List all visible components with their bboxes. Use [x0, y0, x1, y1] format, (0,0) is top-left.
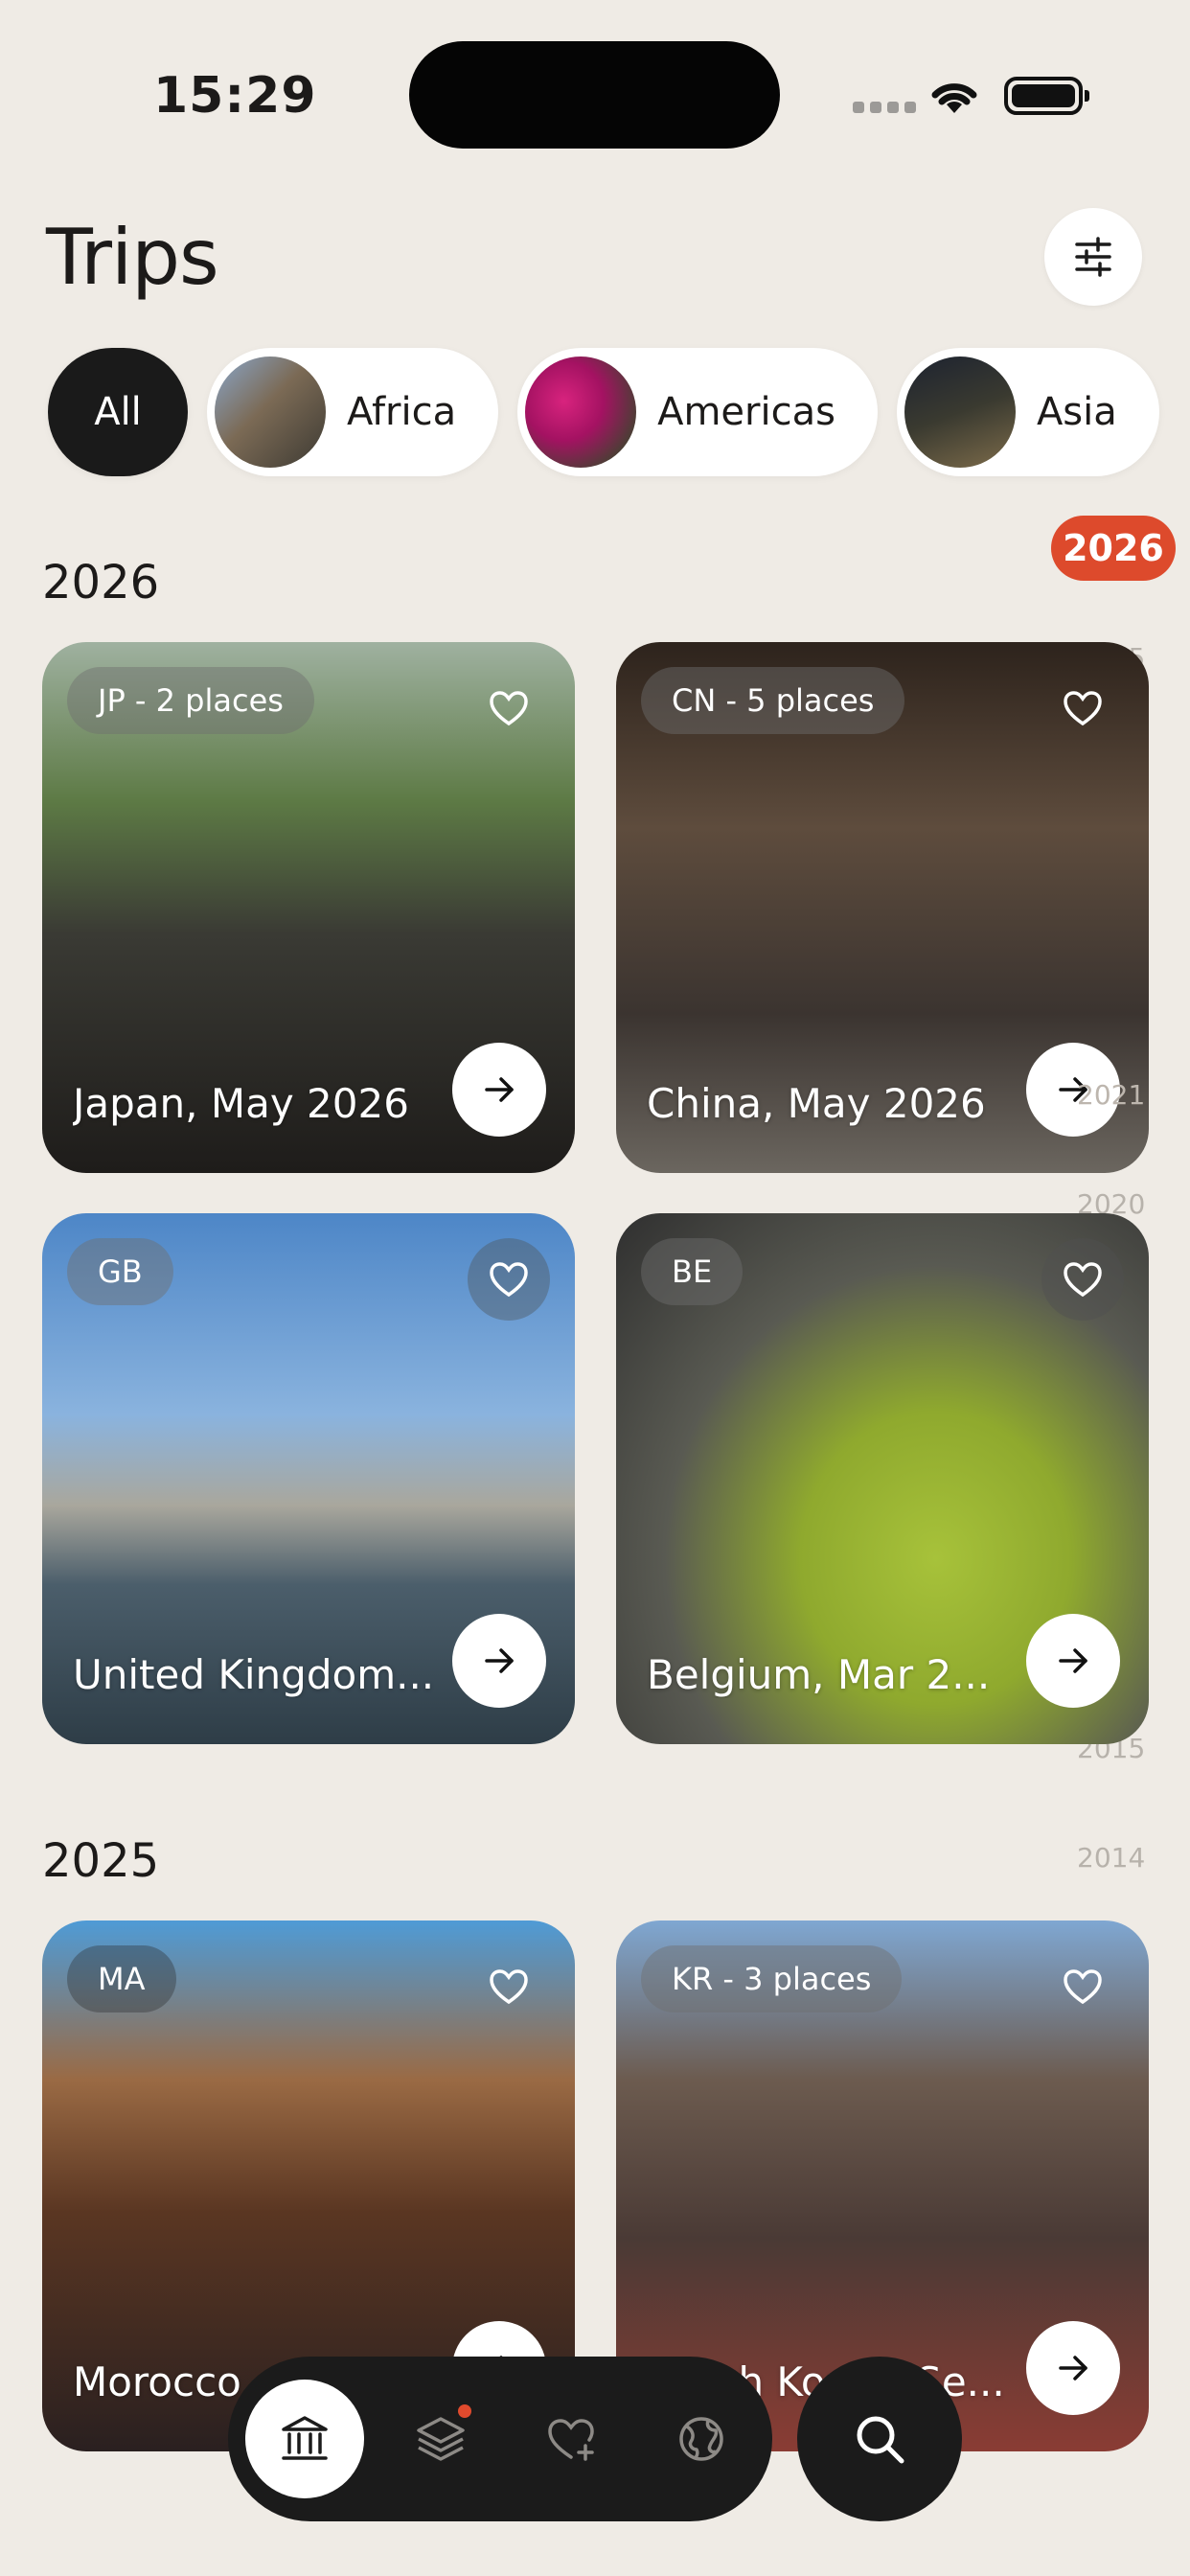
year-index-item[interactable]: 2021	[1077, 1079, 1145, 1111]
bottom-tab-bar	[228, 2357, 772, 2521]
year-index-active[interactable]: 2026	[1051, 516, 1176, 581]
heart-icon	[1064, 1969, 1102, 2005]
notification-dot	[458, 2404, 471, 2418]
trip-badge: CN - 5 places	[641, 667, 905, 734]
chip-americas[interactable]: Americas	[517, 348, 878, 476]
heart-icon	[490, 1262, 528, 1298]
sliders-icon	[1075, 237, 1111, 277]
open-trip-button[interactable]	[1026, 1614, 1120, 1708]
trip-title: Belgium, Mar 2...	[647, 1651, 991, 1698]
heart-icon	[490, 1969, 528, 2005]
tab-collections[interactable]	[376, 2374, 506, 2504]
favorite-button[interactable]	[1041, 1238, 1124, 1321]
trip-card-china[interactable]: CN - 5 places China, May 2026	[616, 642, 1149, 1173]
trip-badge: MA	[67, 1945, 176, 2012]
filter-button[interactable]	[1044, 208, 1142, 306]
section-year-heading: 2026	[42, 556, 160, 610]
tab-wishlist[interactable]	[506, 2374, 636, 2504]
year-index-item[interactable]: 2014	[1077, 1842, 1145, 1874]
arrow-right-icon	[1059, 1648, 1087, 1673]
museum-icon	[282, 2416, 328, 2460]
arrow-right-icon	[1059, 2356, 1087, 2380]
search-icon	[857, 2416, 904, 2464]
asia-thumbnail	[904, 356, 1016, 468]
trip-badge: GB	[67, 1238, 173, 1305]
chip-label: All	[94, 390, 142, 434]
chip-africa[interactable]: Africa	[207, 348, 499, 476]
trip-card-belgium[interactable]: BE Belgium, Mar 2...	[616, 1213, 1149, 1744]
status-time: 15:29	[153, 67, 317, 125]
search-button[interactable]	[797, 2357, 962, 2521]
arrow-right-icon	[485, 1648, 514, 1673]
heart-plus-icon	[548, 2419, 594, 2461]
tab-map[interactable]	[636, 2374, 767, 2504]
page-title: Trips	[46, 213, 219, 302]
dynamic-island	[409, 41, 780, 149]
heart-icon	[1064, 691, 1102, 726]
open-trip-button[interactable]	[1026, 2321, 1120, 2415]
trip-card-united-kingdom[interactable]: GB United Kingdom...	[42, 1213, 575, 1744]
africa-thumbnail	[215, 356, 326, 468]
chip-label: Americas	[657, 390, 835, 434]
favorite-button[interactable]	[1041, 667, 1124, 749]
layers-icon	[417, 2417, 465, 2461]
heart-icon	[490, 691, 528, 726]
region-filter-chips: All Africa Americas Asia	[48, 348, 1159, 476]
favorite-button[interactable]	[468, 667, 550, 749]
trip-card-japan[interactable]: JP - 2 places Japan, May 2026	[42, 642, 575, 1173]
trip-title: United Kingdom...	[73, 1651, 435, 1698]
open-trip-button[interactable]	[452, 1043, 546, 1137]
favorite-button[interactable]	[468, 1238, 550, 1321]
arrow-right-icon	[485, 1077, 514, 1102]
battery-icon	[1004, 77, 1089, 115]
globe-icon	[679, 2417, 723, 2461]
americas-thumbnail	[525, 356, 637, 468]
trip-badge: JP - 2 places	[67, 667, 314, 734]
trip-title: Japan, May 2026	[73, 1080, 409, 1127]
cellular-signal-icon	[853, 102, 916, 113]
favorite-button[interactable]	[468, 1945, 550, 2028]
trip-title: China, May 2026	[647, 1080, 986, 1127]
open-trip-button[interactable]	[452, 1614, 546, 1708]
trip-badge: KR - 3 places	[641, 1945, 903, 2012]
chip-label: Africa	[347, 390, 457, 434]
section-year-heading: 2025	[42, 1834, 160, 1888]
tab-trips[interactable]	[245, 2380, 364, 2498]
trip-title: Morocco	[73, 2358, 241, 2405]
chip-label: Asia	[1036, 390, 1117, 434]
wifi-icon	[931, 83, 977, 113]
heart-icon	[1064, 1262, 1102, 1298]
chip-all[interactable]: All	[48, 348, 188, 476]
trip-badge: BE	[641, 1238, 744, 1305]
chip-asia[interactable]: Asia	[896, 348, 1159, 476]
favorite-button[interactable]	[1041, 1945, 1124, 2028]
